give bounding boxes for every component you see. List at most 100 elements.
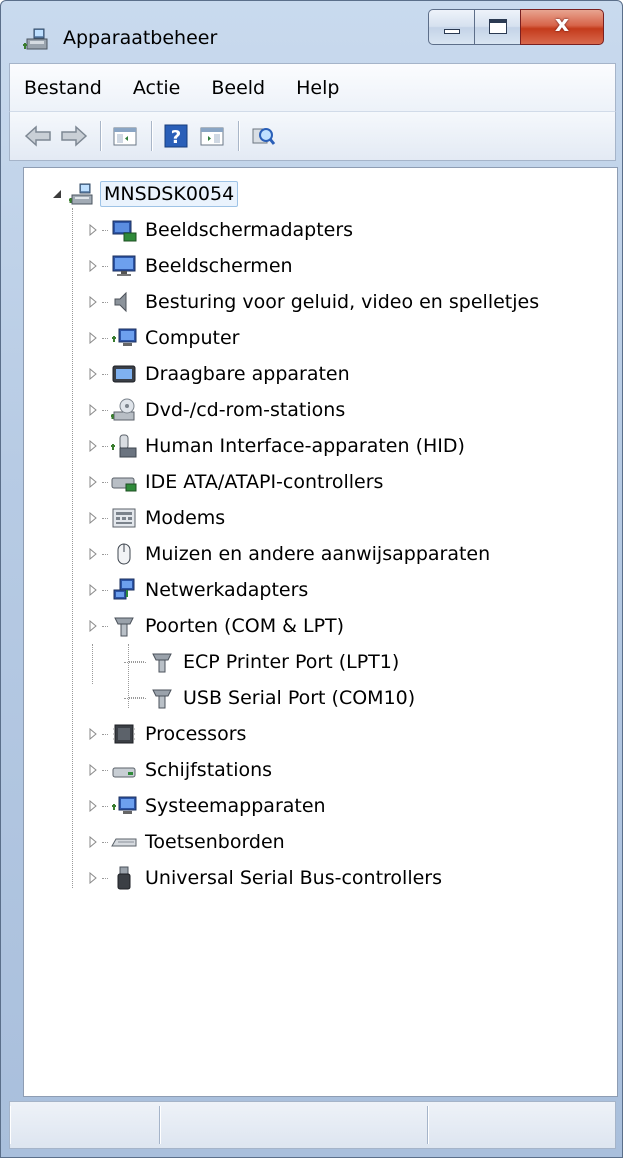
tree-root-label: MNSDSK0054 xyxy=(100,181,239,207)
expand-triangle-icon[interactable] xyxy=(88,548,98,560)
tree-category-label: Netwerkadapters xyxy=(145,579,309,601)
tree-device-label: ECP Printer Port (LPT1) xyxy=(183,651,400,673)
tree-category-node[interactable]: Processors xyxy=(88,718,249,750)
svg-text:?: ? xyxy=(171,127,181,148)
status-pane xyxy=(428,1106,615,1144)
tree-category-label: Schijfstations xyxy=(145,759,273,781)
expand-triangle-icon[interactable] xyxy=(88,584,98,596)
system-device-icon xyxy=(112,796,137,814)
menu-bestand[interactable]: Bestand xyxy=(22,75,104,101)
expand-triangle-icon[interactable] xyxy=(88,476,98,488)
tree-connector xyxy=(102,589,108,591)
tree-category-node[interactable]: Toetsenborden xyxy=(88,826,288,858)
tree-category-label: Besturing voor geluid, video en spelletj… xyxy=(145,291,540,313)
maximize-icon xyxy=(489,19,507,34)
tree-category-label: Poorten (COM & LPT) xyxy=(145,615,345,637)
disk-drive-icon xyxy=(112,767,136,778)
expand-triangle-icon[interactable] xyxy=(88,332,98,344)
tree-category-node[interactable]: Muizen en andere aanwijsapparaten xyxy=(88,538,493,570)
tree-category-node[interactable]: Beeldschermadapters xyxy=(88,214,356,246)
title-bar[interactable]: Apparaatbeheer x xyxy=(1,1,622,63)
menu-beeld[interactable]: Beeld xyxy=(209,75,267,101)
tree-connector xyxy=(102,481,108,483)
scan-hardware-button[interactable] xyxy=(247,120,279,152)
help-button[interactable]: ? xyxy=(160,120,192,152)
tree-connector xyxy=(92,644,93,684)
speaker-icon xyxy=(114,291,127,313)
tree-category-node[interactable]: Computer xyxy=(88,322,242,354)
expand-triangle-icon[interactable] xyxy=(88,404,98,416)
tree-root-node[interactable]: MNSDSK0054 xyxy=(52,178,239,210)
tree-connector xyxy=(124,697,146,699)
device-tree[interactable]: MNSDSK0054 Beeldschermadapters Beeldscher… xyxy=(23,167,618,1097)
tree-connector xyxy=(102,769,108,771)
close-button[interactable]: x xyxy=(520,9,604,45)
mouse-icon xyxy=(117,543,131,565)
forward-button[interactable] xyxy=(58,120,90,152)
expand-triangle-icon[interactable] xyxy=(88,440,98,452)
tree-category-label: Muizen en andere aanwijsapparaten xyxy=(145,543,491,565)
tree-device-label: USB Serial Port (COM10) xyxy=(183,687,416,709)
expand-triangle-icon[interactable] xyxy=(88,224,98,236)
minimize-button[interactable] xyxy=(428,9,474,45)
ide-controller-icon xyxy=(111,477,137,492)
caption-buttons: x xyxy=(428,9,604,45)
tree-category-node[interactable]: Systeemapparaten xyxy=(88,790,329,822)
show-hide-console-tree-button[interactable] xyxy=(109,120,141,152)
tree-connector xyxy=(102,841,108,843)
network-adapter-icon xyxy=(113,578,135,600)
close-icon: x xyxy=(554,12,570,37)
show-hide-console-tree-icon xyxy=(113,127,137,146)
tree-category-label: Modems xyxy=(145,507,226,529)
expand-triangle-icon[interactable] xyxy=(88,764,98,776)
modem-icon xyxy=(112,508,136,528)
tree-device-node[interactable]: ECP Printer Port (LPT1) xyxy=(124,646,402,678)
scan-hardware-icon xyxy=(252,128,276,145)
collapse-triangle-icon[interactable] xyxy=(52,188,62,200)
menu-help[interactable]: Help xyxy=(294,75,341,101)
expand-triangle-icon[interactable] xyxy=(88,800,98,812)
usb-icon xyxy=(117,866,131,890)
processor-icon xyxy=(113,724,135,744)
tree-category-node[interactable]: Poorten (COM & LPT) xyxy=(88,610,347,642)
expand-triangle-icon[interactable] xyxy=(88,728,98,740)
properties-button[interactable] xyxy=(196,120,228,152)
optical-drive-icon xyxy=(111,398,135,421)
back-button[interactable] xyxy=(22,120,54,152)
keyboard-icon xyxy=(111,838,137,847)
toolbar: ? xyxy=(9,111,616,161)
tree-category-node[interactable]: Schijfstations xyxy=(88,754,275,786)
expand-triangle-icon[interactable] xyxy=(88,836,98,848)
tree-device-node[interactable]: USB Serial Port (COM10) xyxy=(124,682,418,714)
tree-category-label: Processors xyxy=(145,723,247,745)
tree-connector xyxy=(102,337,108,339)
tree-category-node[interactable]: Netwerkadapters xyxy=(88,574,311,606)
tree-category-node[interactable]: Dvd-/cd-rom-stations xyxy=(88,394,348,426)
menu-bar: Bestand Actie Beeld Help xyxy=(9,63,616,111)
monitor-icon xyxy=(112,255,136,276)
expand-triangle-icon[interactable] xyxy=(88,260,98,272)
maximize-button[interactable] xyxy=(474,9,520,45)
tree-category-node[interactable]: Modems xyxy=(88,502,228,534)
tree-connector xyxy=(102,301,108,303)
expand-triangle-icon[interactable] xyxy=(88,872,98,884)
tree-category-node[interactable]: Beeldschermen xyxy=(88,250,296,282)
expand-triangle-icon[interactable] xyxy=(88,620,98,632)
tree-connector xyxy=(102,409,108,411)
expand-triangle-icon[interactable] xyxy=(88,296,98,308)
expand-triangle-icon[interactable] xyxy=(88,512,98,524)
tree-connector xyxy=(72,208,73,888)
port-icon xyxy=(114,617,134,637)
tree-category-node[interactable]: Universal Serial Bus-controllers xyxy=(88,862,445,894)
tree-category-node[interactable]: Besturing voor geluid, video en spelletj… xyxy=(88,286,542,318)
menu-actie[interactable]: Actie xyxy=(131,75,183,101)
tree-category-node[interactable]: IDE ATA/ATAPI-controllers xyxy=(88,466,386,498)
tree-category-node[interactable]: Human Interface-apparaten (HID) xyxy=(88,430,468,462)
tree-category-label: Draagbare apparaten xyxy=(145,363,350,385)
help-icon: ? xyxy=(164,124,188,148)
computer-network-icon xyxy=(69,183,93,205)
tree-connector xyxy=(102,805,108,807)
expand-triangle-icon[interactable] xyxy=(88,368,98,380)
tree-category-node[interactable]: Draagbare apparaten xyxy=(88,358,353,390)
back-arrow-icon xyxy=(24,125,51,147)
